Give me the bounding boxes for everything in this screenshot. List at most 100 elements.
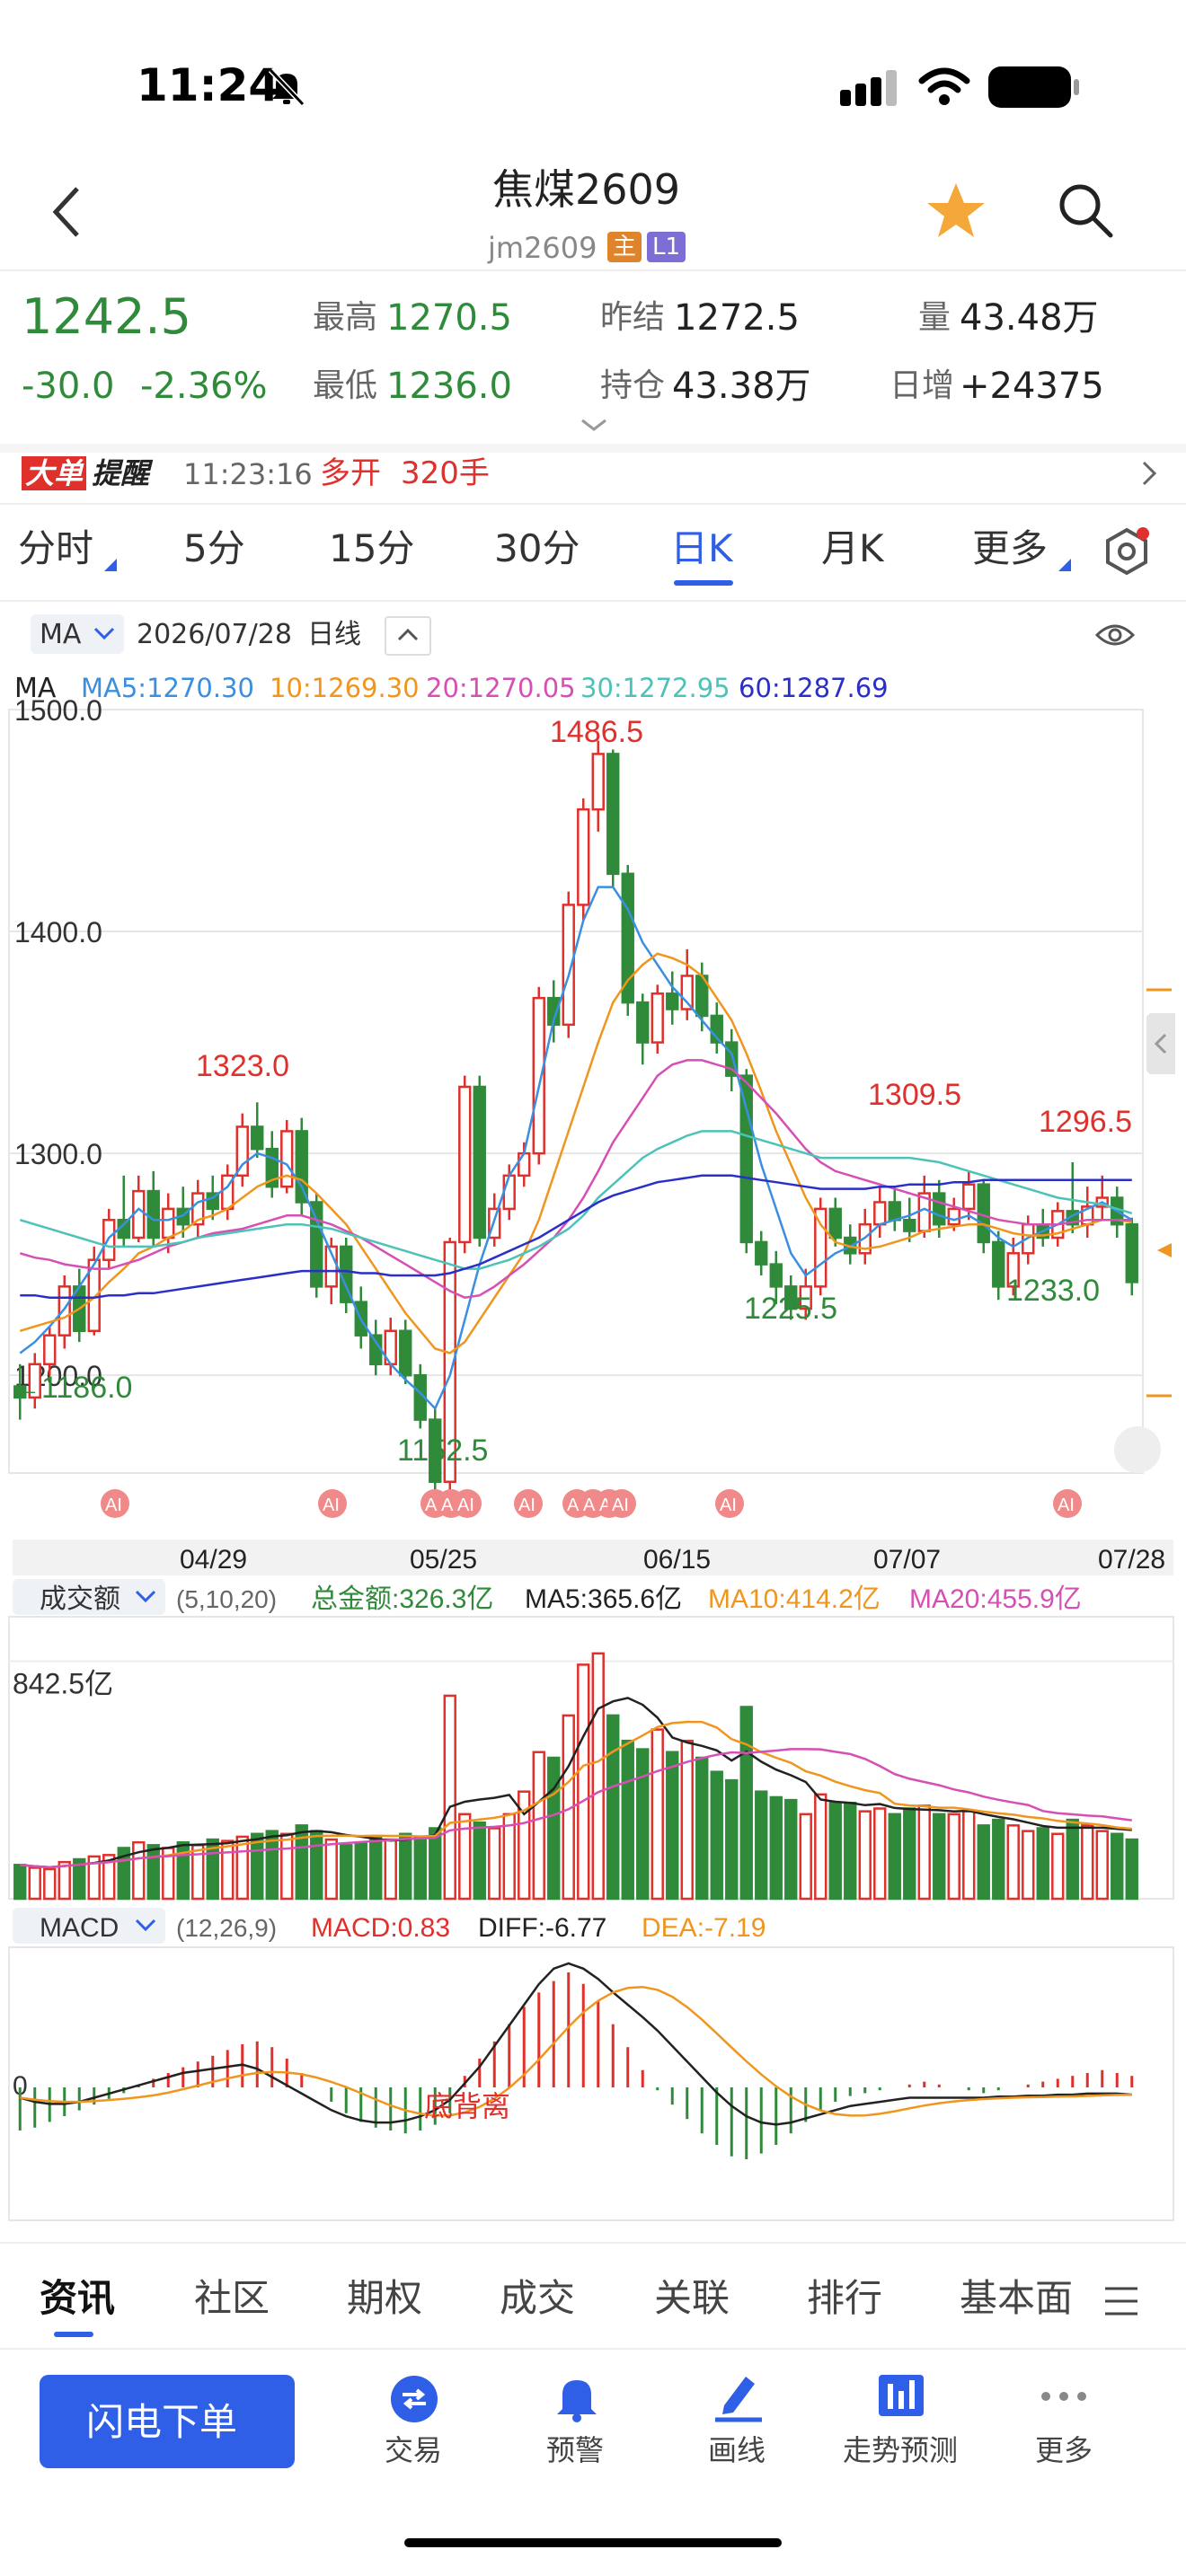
volume-bar xyxy=(739,1706,753,1901)
y-tick-label: 1400.0 xyxy=(14,916,102,948)
macd-dea: DEA:-7.19 xyxy=(642,1913,766,1943)
draw-line-icon[interactable] xyxy=(712,2371,766,2423)
volume-bar xyxy=(917,1804,931,1901)
candle xyxy=(162,1207,175,1239)
volume-bar xyxy=(591,1652,605,1901)
candle xyxy=(873,1201,887,1226)
volume-bar xyxy=(488,1827,501,1901)
volume-bar xyxy=(814,1793,828,1901)
candle xyxy=(828,1207,842,1239)
menu-icon[interactable] xyxy=(1103,2285,1139,2317)
ma-line-ma20 xyxy=(19,1059,1132,1299)
macd-diff: DIFF:-6.77 xyxy=(478,1913,606,1943)
price-annotation: 1296.5 xyxy=(1039,1105,1132,1139)
y-tick-label: 1300.0 xyxy=(14,1138,102,1170)
candle xyxy=(1125,1222,1138,1284)
price-annotation: 1309.5 xyxy=(868,1078,961,1112)
volume-bar xyxy=(577,1663,590,1901)
ma-line-ma5 xyxy=(19,886,1133,1411)
volume-bar xyxy=(280,1832,294,1901)
tab-community[interactable]: 社区 xyxy=(194,2280,270,2317)
volume-bar xyxy=(235,1835,249,1901)
volume-bar xyxy=(784,1798,798,1901)
volume-bar xyxy=(666,1751,679,1901)
price-annotation: 1233.0 xyxy=(1006,1274,1100,1308)
volume-bar xyxy=(933,1813,946,1901)
tab-trades[interactable]: 成交 xyxy=(500,2280,575,2317)
tab-fundamentals-wrap: 基本面 xyxy=(960,2272,1076,2326)
volume-bar xyxy=(146,1844,160,1901)
volume-ma10: MA10:414.2亿 xyxy=(708,1584,881,1614)
main-panel-frame xyxy=(8,709,1144,1474)
candle xyxy=(369,1334,383,1366)
more-dots-icon[interactable] xyxy=(1037,2387,1091,2405)
volume-bar xyxy=(769,1795,783,1901)
kline-chart[interactable]: 1500.01400.01300.01200.01486.51323.01309… xyxy=(0,0,1186,2245)
candle xyxy=(814,1207,828,1288)
candle xyxy=(755,1240,768,1266)
more-label: 更多 xyxy=(1035,2433,1093,2467)
candle xyxy=(577,807,590,906)
volume-bar xyxy=(680,1739,694,1901)
tab-related[interactable]: 关联 xyxy=(654,2280,730,2317)
tab-news[interactable]: 资讯 xyxy=(40,2280,115,2317)
volume-bar xyxy=(1022,1830,1035,1901)
volume-label: 成交额 xyxy=(40,1584,120,1614)
tab-options[interactable]: 期权 xyxy=(347,2280,422,2317)
volume-bar xyxy=(413,1835,427,1901)
y-tick-label: 1500.0 xyxy=(14,694,102,727)
volume-bar xyxy=(1066,1818,1079,1901)
candle xyxy=(636,1001,650,1044)
ai-tag-label: AI xyxy=(323,1495,340,1515)
volume-bar xyxy=(443,1694,456,1901)
volume-bar xyxy=(28,1866,41,1901)
candle xyxy=(933,1192,946,1226)
volume-bar xyxy=(992,1818,1005,1901)
volume-bar xyxy=(176,1840,190,1901)
quick-order-label: 闪电下单 xyxy=(86,2400,238,2444)
candle xyxy=(518,1151,531,1178)
draw-label: 画线 xyxy=(708,2433,766,2467)
candle xyxy=(310,1201,323,1288)
volume-bar xyxy=(858,1810,872,1901)
tab-fundamentals[interactable]: 基本面 xyxy=(960,2280,1073,2317)
candle xyxy=(962,1183,976,1211)
volume-bar xyxy=(888,1813,901,1901)
candle xyxy=(532,996,545,1155)
chevron-left-icon xyxy=(1154,1033,1167,1054)
fullscreen-button[interactable] xyxy=(1114,1426,1161,1473)
volume-bar xyxy=(651,1728,664,1901)
candle xyxy=(739,1074,753,1244)
volume-bar xyxy=(58,1860,71,1901)
volume-bar xyxy=(324,1838,338,1901)
volume-bar xyxy=(755,1790,768,1901)
price-annotation: 1225.5 xyxy=(744,1292,837,1326)
candle xyxy=(473,1085,486,1239)
volume-bar xyxy=(1006,1824,1020,1901)
home-indicator xyxy=(404,2538,782,2547)
volume-bar xyxy=(1081,1824,1094,1901)
candle xyxy=(502,1174,516,1211)
forecast-icon[interactable] xyxy=(875,2371,927,2423)
candle xyxy=(280,1130,294,1188)
macd-dea-line xyxy=(20,1985,1132,2117)
volume-bar xyxy=(903,1807,916,1901)
volume-bar xyxy=(43,1867,57,1901)
volume-bar xyxy=(369,1835,383,1901)
candle xyxy=(769,1263,783,1288)
forecast-label: 走势预测 xyxy=(843,2433,959,2467)
volume-bar xyxy=(962,1810,976,1901)
volume-params: (5,10,20) xyxy=(176,1585,277,1613)
volume-bar xyxy=(621,1739,634,1901)
ai-tag-label: AI xyxy=(1058,1495,1075,1515)
bell-icon[interactable] xyxy=(552,2373,602,2423)
tab-ranking[interactable]: 排行 xyxy=(807,2280,882,2317)
candle xyxy=(295,1130,308,1204)
volume-tick: 842.5亿 xyxy=(13,1667,113,1699)
ai-tag-label: AI xyxy=(518,1495,535,1515)
candle xyxy=(591,753,605,811)
x-tick-label: 07/28 xyxy=(1098,1545,1165,1575)
candle xyxy=(251,1125,264,1151)
volume-bar xyxy=(221,1839,235,1901)
price-annotation: 1486.5 xyxy=(550,715,643,749)
